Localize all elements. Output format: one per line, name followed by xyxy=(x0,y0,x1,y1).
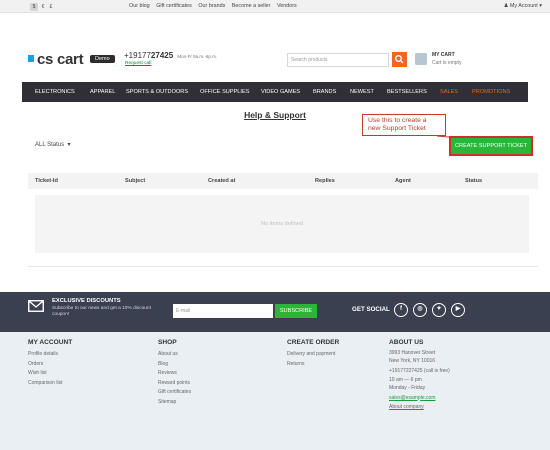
chevron-down-icon: ▾ xyxy=(65,142,71,148)
site-logo[interactable]: cs cart xyxy=(37,51,84,68)
footer-link-gift-certificates[interactable]: Gift certificates xyxy=(158,388,191,398)
currency-usd[interactable]: $ xyxy=(30,2,38,11)
page-title: Help & Support xyxy=(244,110,306,120)
nav-video-games[interactable]: VIDEO GAMES xyxy=(261,82,300,102)
footer-heading: MY ACCOUNT xyxy=(28,339,73,346)
currency-gbp[interactable]: £ xyxy=(47,3,55,11)
cart-status: Cart is empty xyxy=(432,60,462,66)
phone-bold: 27425 xyxy=(150,51,174,60)
main-navigation: ELECTRONICS APPAREL SPORTS & OUTDOORS OF… xyxy=(22,82,528,102)
footer-link-about[interactable]: About us xyxy=(158,350,191,360)
footer-shop: SHOP About us Blog Reviews Reward points… xyxy=(158,339,191,407)
column-created-at[interactable]: Created at xyxy=(208,173,235,189)
link-brands[interactable]: Our brands xyxy=(198,3,225,9)
footer-address-line1: 3993 Hanover Street xyxy=(389,350,436,356)
instagram-icon[interactable]: ◎ xyxy=(413,303,427,317)
footer-hours-line2: Monday - Friday xyxy=(389,384,426,391)
status-filter-dropdown[interactable]: ALL Status ▾ xyxy=(35,141,71,148)
nav-brands[interactable]: BRANDS xyxy=(313,82,336,102)
footer-link-reward-points[interactable]: Reward points xyxy=(158,379,191,389)
top-utility-bar: $ € £ Our blog Gift certificates Our bra… xyxy=(0,0,550,13)
top-links: Our blog Gift certificates Our brands Be… xyxy=(129,0,302,13)
footer-email-link[interactable]: sales@example.com xyxy=(389,394,450,404)
column-subject[interactable]: Subject xyxy=(125,173,145,189)
footer-link-orders[interactable]: Orders xyxy=(28,360,72,370)
column-status[interactable]: Status xyxy=(465,173,482,189)
footer-my-account: MY ACCOUNT Profile details Orders Wish l… xyxy=(28,339,72,388)
social-label: GET SOCIAL xyxy=(352,306,390,313)
facebook-icon[interactable]: f xyxy=(394,303,408,317)
link-gift-certificates[interactable]: Gift certificates xyxy=(156,3,192,9)
phone-number: +1917727425 Mon-Fr 9a.m.-6p.m. xyxy=(124,51,217,60)
nav-electronics[interactable]: ELECTRONICS xyxy=(35,82,75,102)
user-icon: ♟ xyxy=(503,3,509,9)
search-input[interactable]: Search products xyxy=(287,53,389,67)
footer-link-profile[interactable]: Profile details xyxy=(28,350,72,360)
footer-heading: ABOUT US xyxy=(389,339,424,346)
footer-phone: +19177227425 (call is free) xyxy=(389,368,450,374)
footer-about-company-link[interactable]: About company xyxy=(389,403,450,413)
subscribe-button[interactable]: SUBSCRIBE xyxy=(275,304,317,318)
phone-prefix: +19177 xyxy=(124,51,151,60)
my-account-menu[interactable]: ♟ My Account ▾ xyxy=(504,0,542,13)
annotation-callout: Use this to create a new Support Ticket xyxy=(362,114,446,136)
footer-create-order: CREATE ORDER Delivery and payment Return… xyxy=(287,339,339,369)
link-become-seller[interactable]: Become a seller xyxy=(232,3,271,9)
link-blog[interactable]: Our blog xyxy=(129,3,150,9)
twitter-icon[interactable]: ✦ xyxy=(432,303,446,317)
column-agent[interactable]: Agent xyxy=(395,173,411,189)
footer-link-sitemap[interactable]: Sitemap xyxy=(158,398,191,408)
account-label: My Account xyxy=(509,3,538,9)
nav-bestsellers[interactable]: BESTSELLERS xyxy=(387,82,427,102)
footer-link-delivery[interactable]: Delivery and payment xyxy=(287,350,339,360)
newsletter-subtitle: Subscribe to our news and get a 10% disc… xyxy=(52,306,151,317)
footer-link-reviews[interactable]: Reviews xyxy=(158,369,191,379)
currency-eur[interactable]: € xyxy=(39,3,47,11)
nav-apparel[interactable]: APPAREL xyxy=(90,82,115,102)
footer xyxy=(0,332,550,450)
cart-icon[interactable] xyxy=(415,53,427,65)
empty-table-message: No items defined xyxy=(35,195,529,253)
status-filter-label: ALL Status xyxy=(35,142,65,148)
nav-sales[interactable]: SALES xyxy=(440,82,458,102)
link-vendors[interactable]: Vendors xyxy=(277,3,297,9)
tickets-table-header: Ticket-Id Subject Created at Replies Age… xyxy=(28,173,538,189)
envelope-icon xyxy=(28,300,44,312)
email-field[interactable]: E-mail xyxy=(173,304,273,318)
content-divider xyxy=(28,266,538,267)
nav-sports-outdoors[interactable]: SPORTS & OUTDOORS xyxy=(126,82,188,102)
search-icon xyxy=(395,55,404,64)
footer-heading: SHOP xyxy=(158,339,177,346)
newsletter-title: EXCLUSIVE DISCOUNTS xyxy=(52,298,121,304)
column-ticket-id[interactable]: Ticket-Id xyxy=(35,173,58,189)
nav-newest[interactable]: NEWEST xyxy=(350,82,374,102)
demo-badge: Demo xyxy=(90,55,115,63)
footer-address-line2: New York, NY 10016 xyxy=(389,358,436,364)
footer-about-us: ABOUT US 3993 Hanover Street New York, N… xyxy=(389,339,450,413)
footer-link-wishlist[interactable]: Wish list xyxy=(28,369,72,379)
column-replies[interactable]: Replies xyxy=(315,173,335,189)
logo-mark-icon xyxy=(28,55,34,62)
create-support-ticket-button[interactable]: CREATE SUPPORT TICKET xyxy=(449,136,533,156)
youtube-icon[interactable]: ▶ xyxy=(451,303,465,317)
chevron-down-icon: ▾ xyxy=(539,3,542,9)
footer-link-returns[interactable]: Returns xyxy=(287,360,339,370)
search-button[interactable] xyxy=(392,52,407,67)
footer-link-comparison[interactable]: Comparison list xyxy=(28,379,72,389)
cart-title[interactable]: MY CART xyxy=(432,52,455,58)
footer-heading: CREATE ORDER xyxy=(287,339,340,346)
footer-hours-line1: 10 am — 6 pm xyxy=(389,376,422,383)
currency-selector: $ € £ xyxy=(30,2,55,11)
footer-link-blog[interactable]: Blog xyxy=(158,360,191,370)
request-call-link[interactable]: Request call xyxy=(125,61,151,66)
nav-office-supplies[interactable]: OFFICE SUPPLIES xyxy=(200,82,249,102)
nav-promotions[interactable]: PROMOTIONS xyxy=(472,82,510,102)
business-hours: Mon-Fr 9a.m.-6p.m. xyxy=(177,54,218,59)
